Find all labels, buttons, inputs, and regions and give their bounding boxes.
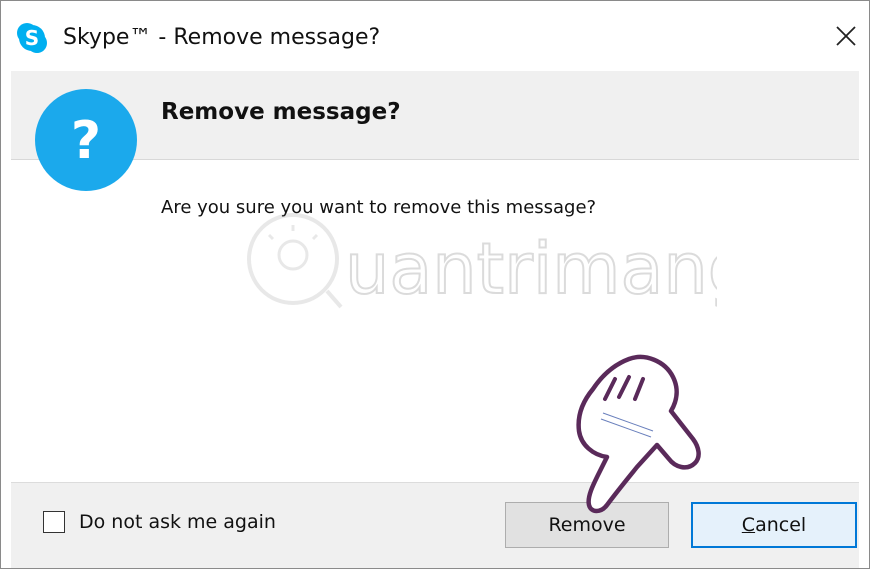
- dialog-header: [11, 71, 859, 160]
- pointing-hand-icon: [576, 354, 701, 514]
- svg-text:S: S: [25, 26, 39, 50]
- watermark-logo: uantrimang: [247, 213, 717, 311]
- close-button[interactable]: [823, 11, 869, 61]
- cancel-accelerator: C: [741, 514, 756, 536]
- close-icon: [836, 26, 856, 46]
- dont-ask-label[interactable]: Do not ask me again: [79, 511, 276, 533]
- skype-logo-icon: S: [17, 23, 47, 53]
- dialog-heading: Remove message?: [161, 99, 401, 125]
- title-bar: S Skype™ - Remove message?: [1, 1, 869, 71]
- window-title: Skype™ - Remove message?: [63, 25, 381, 50]
- svg-text:?: ?: [71, 111, 101, 171]
- watermark-text: uantrimang: [345, 228, 717, 310]
- question-icon: ?: [35, 89, 137, 191]
- dialog-window: S Skype™ - Remove message? ? Remove mess…: [0, 0, 870, 569]
- dont-ask-checkbox[interactable]: [43, 511, 65, 533]
- cancel-label-rest: ancel: [755, 514, 807, 536]
- dont-ask-checkbox-row[interactable]: Do not ask me again: [43, 511, 276, 533]
